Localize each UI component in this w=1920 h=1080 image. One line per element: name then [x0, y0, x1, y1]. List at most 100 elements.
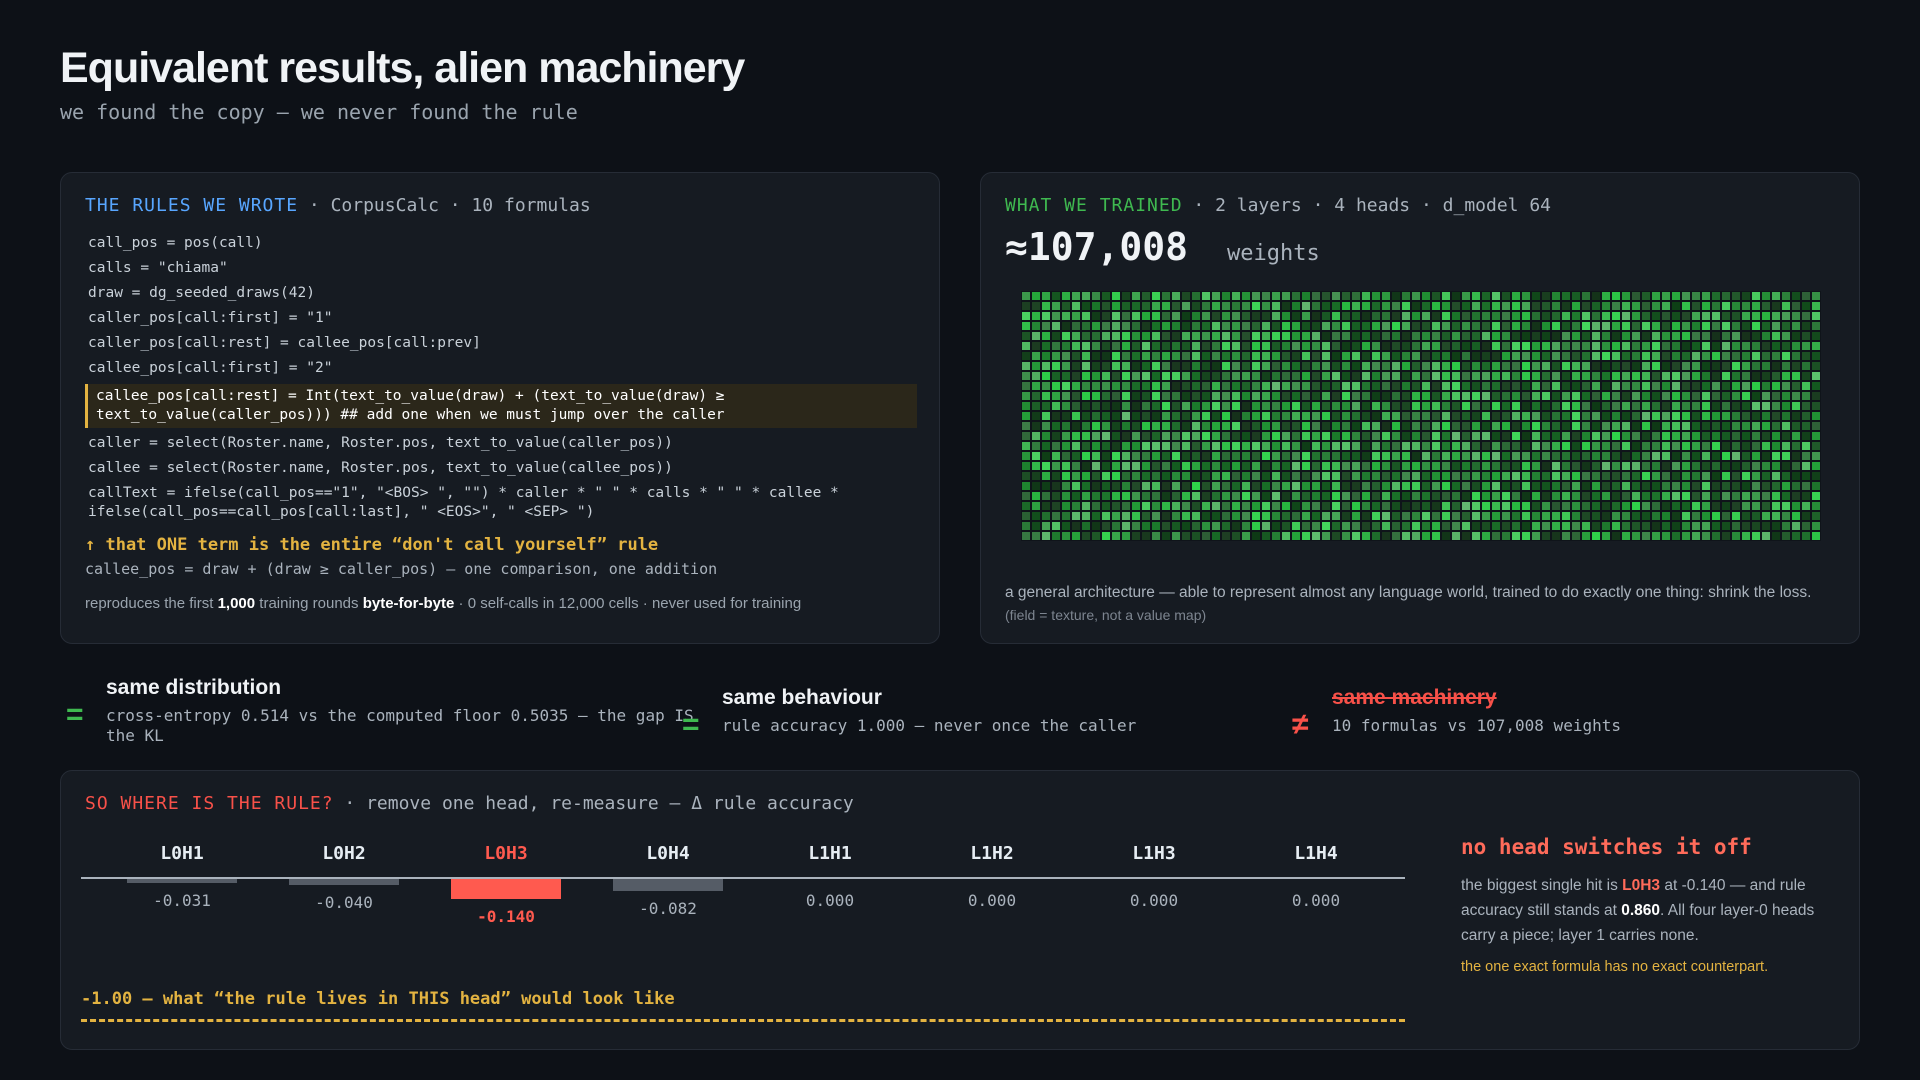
weight-cell: [1061, 491, 1071, 501]
weight-cell: [1601, 321, 1611, 331]
weight-cell: [1241, 311, 1251, 321]
weight-cell: [1321, 341, 1331, 351]
weight-cell: [1031, 431, 1041, 441]
weight-cell: [1041, 291, 1051, 301]
weight-cell: [1371, 501, 1381, 511]
weight-cell: [1641, 391, 1651, 401]
weight-cell: [1491, 451, 1501, 461]
weight-cell: [1391, 331, 1401, 341]
weight-cell: [1031, 361, 1041, 371]
weight-cell: [1361, 471, 1371, 481]
weight-cell: [1451, 501, 1461, 511]
weight-cell: [1161, 411, 1171, 421]
weight-cell: [1741, 311, 1751, 321]
weight-cell: [1031, 521, 1041, 531]
weight-cell: [1811, 361, 1821, 371]
weight-cell: [1151, 431, 1161, 441]
weight-cell: [1461, 471, 1471, 481]
weight-cell: [1781, 521, 1791, 531]
weight-cell: [1131, 471, 1141, 481]
weight-cell: [1191, 461, 1201, 471]
weight-cell: [1281, 321, 1291, 331]
weight-cell: [1431, 311, 1441, 321]
weight-cell: [1641, 381, 1651, 391]
weight-cell: [1061, 391, 1071, 401]
weight-cell: [1701, 461, 1711, 471]
weight-cell: [1641, 521, 1651, 531]
weight-cell: [1061, 341, 1071, 351]
weight-cell: [1041, 501, 1051, 511]
weight-cell: [1101, 321, 1111, 331]
weight-cell: [1611, 521, 1621, 531]
weight-cell: [1741, 291, 1751, 301]
weight-cell: [1501, 411, 1511, 421]
weight-cell: [1261, 451, 1271, 461]
weight-cell: [1691, 321, 1701, 331]
weight-cell: [1781, 411, 1791, 421]
weight-cell: [1171, 331, 1181, 341]
weight-cell: [1471, 351, 1481, 361]
weight-cell: [1751, 351, 1761, 361]
weight-cell: [1611, 321, 1621, 331]
head-delta-bar: [127, 879, 237, 884]
repro-bold: byte-for-byte: [362, 595, 455, 612]
weight-cell: [1461, 441, 1471, 451]
weight-cell: [1101, 301, 1111, 311]
weight-cell: [1631, 391, 1641, 401]
weight-cell: [1471, 311, 1481, 321]
weight-cell: [1631, 361, 1641, 371]
weight-cell: [1181, 361, 1191, 371]
weight-cell: [1171, 501, 1181, 511]
weight-cell: [1661, 411, 1671, 421]
weight-cell: [1061, 371, 1071, 381]
weight-cell: [1221, 441, 1231, 451]
weight-cell: [1221, 501, 1231, 511]
weight-cell: [1681, 481, 1691, 491]
weight-cell: [1201, 451, 1211, 461]
weight-cell: [1041, 531, 1051, 541]
weight-cell: [1251, 311, 1261, 321]
weight-cell: [1771, 401, 1781, 411]
weight-cell: [1141, 531, 1151, 541]
weight-cell: [1551, 401, 1561, 411]
weight-cell: [1701, 531, 1711, 541]
weight-cell: [1181, 491, 1191, 501]
weight-cell: [1661, 491, 1671, 501]
weight-cell: [1281, 391, 1291, 401]
weight-cell: [1321, 431, 1331, 441]
weight-cell: [1171, 321, 1181, 331]
weight-cell: [1721, 461, 1731, 471]
weight-cell: [1801, 421, 1811, 431]
weight-cell: [1741, 361, 1751, 371]
weight-cell: [1321, 291, 1331, 301]
weight-cell: [1691, 291, 1701, 301]
weight-cell: [1471, 291, 1481, 301]
weight-cell: [1511, 491, 1521, 501]
weight-cell: [1791, 321, 1801, 331]
weight-cell: [1741, 411, 1751, 421]
weight-cell: [1021, 501, 1031, 511]
weight-cell: [1391, 531, 1401, 541]
weight-cell: [1441, 291, 1451, 301]
weight-cell: [1161, 321, 1171, 331]
weight-cell: [1621, 501, 1631, 511]
weight-cell: [1581, 441, 1591, 451]
weight-cell: [1241, 441, 1251, 451]
weight-cell: [1501, 531, 1511, 541]
weight-cell: [1541, 531, 1551, 541]
weight-cell: [1171, 391, 1181, 401]
weight-cell: [1481, 311, 1491, 321]
weight-cell: [1231, 291, 1241, 301]
weight-cell: [1111, 381, 1121, 391]
weight-cell: [1381, 311, 1391, 321]
weight-cell: [1791, 381, 1801, 391]
weight-cell: [1241, 291, 1251, 301]
weight-cell: [1431, 531, 1441, 541]
weight-cell: [1761, 431, 1771, 441]
weight-cell: [1751, 471, 1761, 481]
weight-cell: [1431, 491, 1441, 501]
weight-cell: [1021, 511, 1031, 521]
weight-cell: [1511, 421, 1521, 431]
weight-cell: [1041, 371, 1051, 381]
weight-cell: [1671, 401, 1681, 411]
